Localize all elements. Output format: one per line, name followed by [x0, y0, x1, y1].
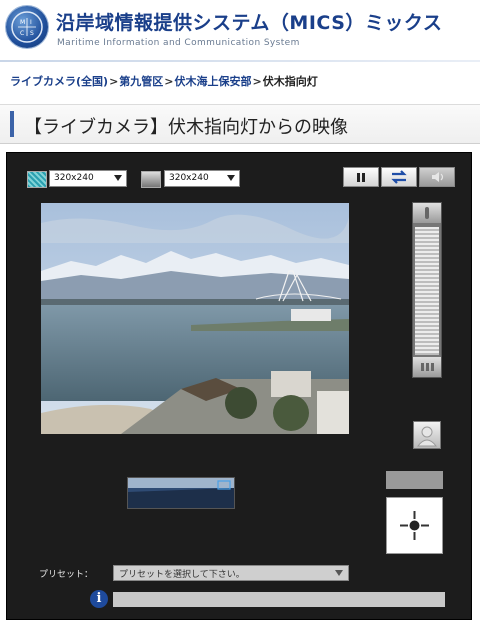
svg-text:S: S: [30, 30, 34, 37]
camera-thumbnail[interactable]: [127, 477, 235, 509]
zoom-slider[interactable]: [412, 202, 442, 378]
person-button[interactable]: [413, 421, 441, 449]
camera-viewer: 320x240 320x240 プリセット： プリセットを選択して下さい。 i: [6, 152, 472, 620]
chevron-down-icon: [114, 175, 122, 181]
zoom-scale[interactable]: [415, 227, 439, 355]
gray-resolution-value: 320x240: [169, 173, 209, 183]
preset-label: プリセット：: [39, 570, 94, 580]
site-subtitle: Maritime Information and Communication S…: [57, 38, 300, 48]
svg-text:C: C: [20, 30, 24, 37]
color-mode-icon: [27, 171, 47, 188]
pan-tilt-control[interactable]: [386, 497, 443, 554]
info-icon[interactable]: i: [90, 590, 108, 608]
swap-button[interactable]: [381, 167, 417, 187]
mics-logo-icon[interactable]: M I C S: [6, 6, 48, 48]
header-divider: [0, 60, 480, 62]
color-resolution-select[interactable]: 320x240: [49, 170, 127, 187]
breadcrumb: ライブカメラ(全国)>第九管区>伏木海上保安部>伏木指向灯: [10, 73, 318, 89]
breadcrumb-separator: >: [252, 75, 262, 88]
title-accent-bar: [10, 111, 14, 137]
page-title-bar: 【ライブカメラ】伏木指向灯からの映像: [0, 104, 480, 144]
zoom-in-icon[interactable]: [413, 203, 441, 223]
svg-text:M: M: [20, 19, 25, 26]
preset-select-value: プリセットを選択して下さい。: [119, 570, 245, 580]
page-title: 【ライブカメラ】伏木指向灯からの映像: [24, 117, 348, 138]
breadcrumb-item-all-japan[interactable]: ライブカメラ(全国): [10, 75, 108, 88]
speaker-icon: [432, 172, 444, 182]
svg-text:I: I: [30, 19, 32, 26]
swap-arrows-icon: [391, 170, 407, 184]
breadcrumb-current: 伏木指向灯: [262, 75, 318, 88]
chevron-down-icon: [227, 175, 235, 181]
site-title: 沿岸域情報提供システム（MICS）ミックス: [56, 12, 443, 34]
zoom-out-icon[interactable]: [413, 357, 441, 377]
info-message-bar: [113, 592, 445, 607]
camera-scene: [41, 203, 349, 434]
breadcrumb-item-fushiki-coast-guard[interactable]: 伏木海上保安部: [175, 75, 252, 88]
person-icon: [416, 426, 438, 447]
crosshair-icon: [400, 511, 429, 540]
status-box: [386, 471, 443, 489]
site-header: M I C S 沿岸域情報提供システム（MICS）ミックス Maritime I…: [0, 0, 480, 62]
chevron-down-icon: [335, 570, 343, 576]
color-resolution-value: 320x240: [54, 173, 94, 183]
live-camera-image[interactable]: [41, 203, 349, 434]
preset-select[interactable]: プリセットを選択して下さい。: [113, 565, 349, 581]
pause-icon: [357, 173, 360, 182]
pause-button[interactable]: [343, 167, 379, 187]
sound-button[interactable]: [419, 167, 455, 187]
breadcrumb-separator: >: [164, 75, 174, 88]
gray-resolution-select[interactable]: 320x240: [164, 170, 240, 187]
grayscale-mode-icon: [141, 171, 161, 188]
breadcrumb-item-ninth-district[interactable]: 第九管区: [119, 75, 163, 88]
breadcrumb-separator: >: [109, 75, 119, 88]
